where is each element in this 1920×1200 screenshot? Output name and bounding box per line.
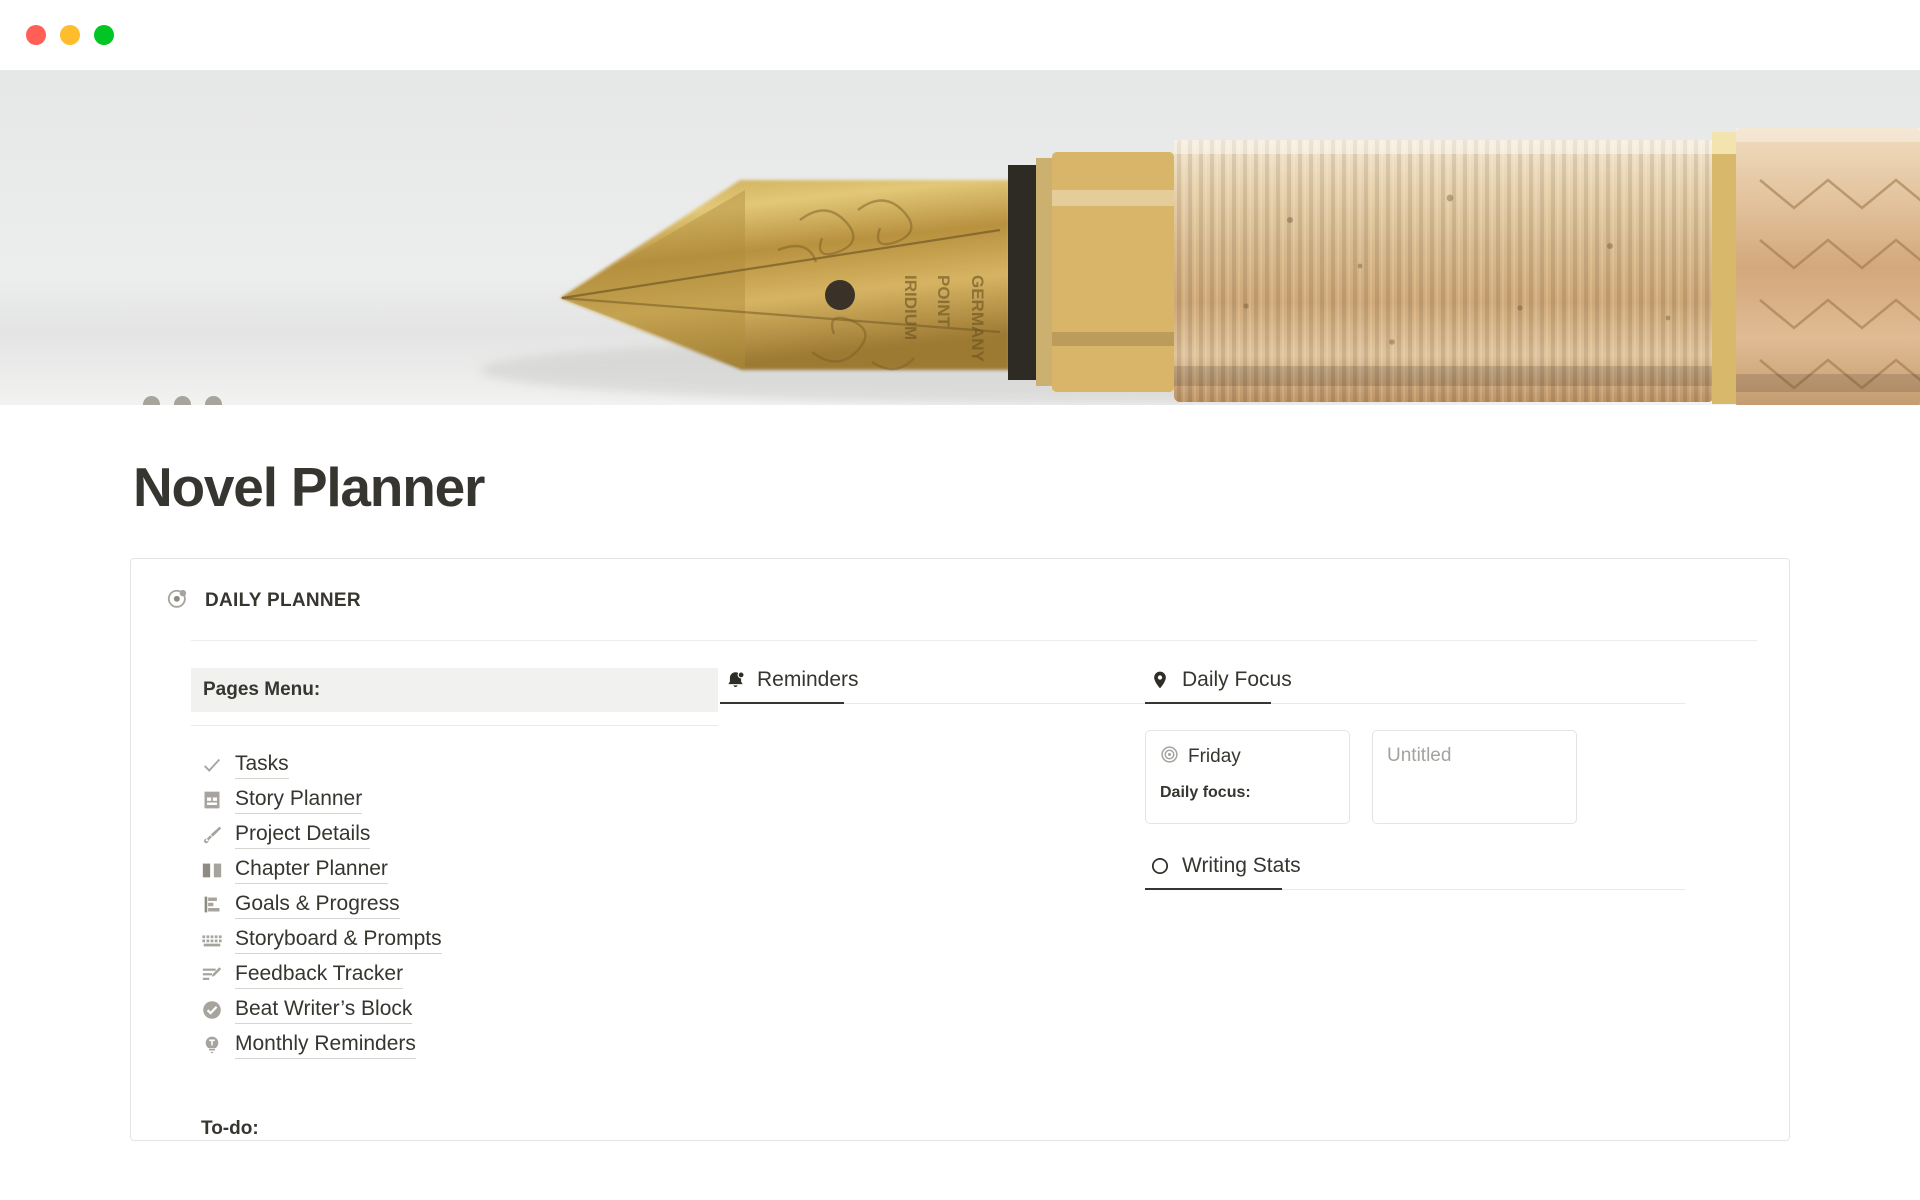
focus-card-subtitle: Daily focus: [1160,784,1251,801]
map-pin-icon [1149,669,1171,691]
carousel-dot-2[interactable] [174,396,191,405]
focus-card-title: Friday [1188,746,1241,767]
keyboard-icon [201,929,223,951]
menu-item-label: Monthly Reminders [235,1030,416,1060]
check-icon [201,754,223,776]
page-title: Novel Planner [133,456,485,518]
planner-columns: Pages Menu: Tasks Story Planner Project … [163,668,1757,1140]
focus-card-placeholder: Untitled [1387,745,1452,766]
menu-item-label: Storyboard & Prompts [235,925,442,955]
pages-menu-column: Pages Menu: Tasks Story Planner Project … [191,668,721,1140]
window-close-button[interactable] [26,25,46,45]
page-body: Novel Planner DAILY PLANNER Pages Menu: [0,455,1920,1141]
menu-item-goals-progress[interactable]: Goals & Progress [191,887,721,922]
carousel-dots[interactable] [143,396,222,405]
reminders-tab-underline [720,702,1145,704]
paintbrush-icon [201,824,223,846]
menu-item-label: Project Details [235,820,371,850]
menu-item-feedback-tracker[interactable]: Feedback Tracker [191,957,721,992]
svg-text:GERMANY: GERMANY [968,275,987,363]
svg-text:IRIDIUM: IRIDIUM [901,275,920,340]
daily-focus-tab[interactable]: Daily Focus [1145,668,1685,704]
cover-image[interactable]: IRIDIUM POINT GERMANY [0,70,1920,405]
focus-cards: Friday Daily focus: Untitled [1145,730,1685,824]
svg-text:POINT: POINT [934,275,953,328]
daily-planner-card: DAILY PLANNER Pages Menu: Tasks Story Pl… [130,558,1790,1141]
reminders-tab-label: Reminders [757,668,859,691]
focus-card-friday[interactable]: Friday Daily focus: [1145,730,1350,824]
menu-item-project-details[interactable]: Project Details [191,817,721,852]
writing-stats-tab[interactable]: Writing Stats [1145,854,1685,890]
bar-chart-icon [201,894,223,916]
pages-menu-list: Tasks Story Planner Project Details Chap… [191,747,721,1062]
bullseye-icon [1160,745,1179,769]
menu-item-label: Beat Writer’s Block [235,995,413,1025]
fountain-pen-illustration: IRIDIUM POINT GERMANY [0,70,1920,405]
lightbulb-icon [201,1034,223,1056]
menu-item-beat-writers-block[interactable]: Beat Writer’s Block [191,992,721,1027]
reminders-column: Reminders [720,668,1145,1140]
pages-menu-heading: Pages Menu: [191,668,718,712]
open-book-icon [201,859,223,881]
window-maximize-button[interactable] [94,25,114,45]
writing-stats-tab-underline [1145,888,1685,890]
daily-planner-label: DAILY PLANNER [205,590,361,611]
menu-item-label: Chapter Planner [235,855,388,885]
circle-outline-icon [1149,855,1171,877]
target-dot-icon [166,587,189,615]
pages-menu-divider [191,725,718,726]
daily-focus-column: Daily Focus Friday Daily focus: Untitled… [1145,668,1685,1140]
menu-item-storyboard-prompts[interactable]: Storyboard & Prompts [191,922,721,957]
reminders-tab[interactable]: Reminders [720,668,1145,704]
window-titlebar [0,0,1920,70]
menu-item-label: Feedback Tracker [235,960,404,990]
daily-focus-tab-label: Daily Focus [1182,668,1292,691]
focus-card-untitled[interactable]: Untitled [1372,730,1577,824]
menu-item-label: Goals & Progress [235,890,400,920]
menu-item-label: Story Planner [235,785,363,815]
menu-item-tasks[interactable]: Tasks [191,747,721,782]
menu-item-story-planner[interactable]: Story Planner [191,782,721,817]
carousel-dot-1[interactable] [143,396,160,405]
menu-item-monthly-reminders[interactable]: Monthly Reminders [191,1027,721,1062]
daily-focus-tab-underline [1145,702,1685,704]
edit-list-icon [201,964,223,986]
window-minimize-button[interactable] [60,25,80,45]
menu-item-chapter-planner[interactable]: Chapter Planner [191,852,721,887]
carousel-dot-3[interactable] [205,396,222,405]
menu-item-label: Tasks [235,750,289,780]
daily-planner-header: DAILY PLANNER [163,587,1757,615]
notepad-icon [201,789,223,811]
writing-stats-tab-label: Writing Stats [1182,854,1301,877]
bell-notification-icon [724,669,746,691]
header-divider [191,640,1757,641]
check-circle-icon [201,999,223,1021]
todo-heading: To-do: [201,1118,259,1139]
